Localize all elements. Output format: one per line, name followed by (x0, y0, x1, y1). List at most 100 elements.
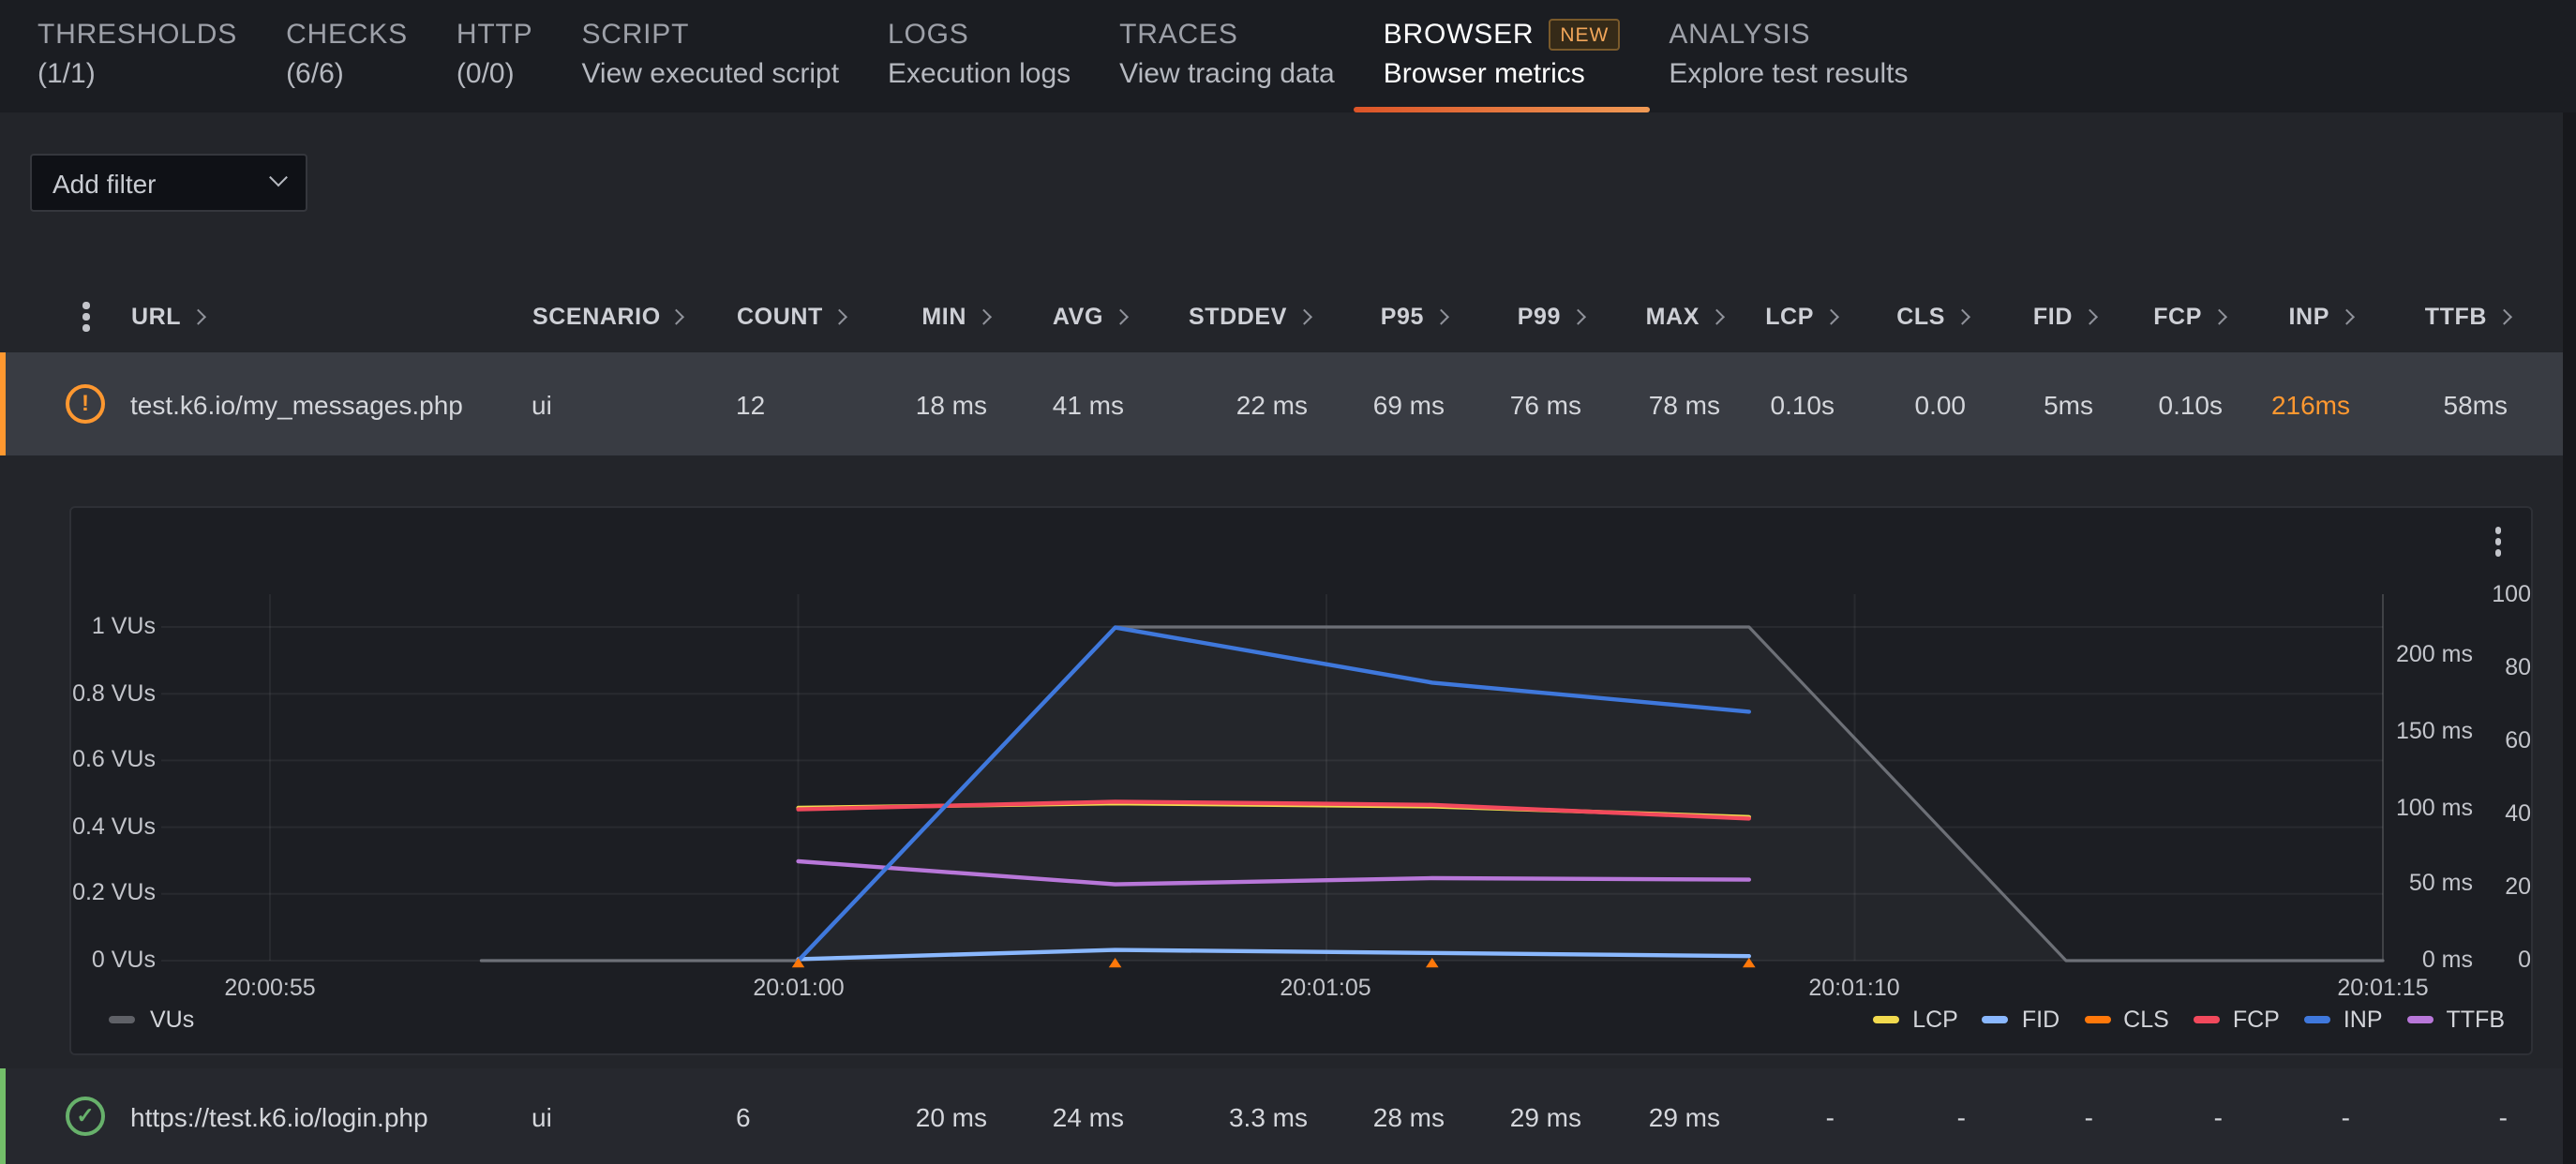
cell-lcp: 0.10s (1720, 389, 1835, 419)
cell-url: https://test.k6.io/login.php (130, 1101, 532, 1131)
tab-script[interactable]: SCRIPT View executed script (581, 0, 839, 112)
table-row-my-messages[interactable]: test.k6.io/my_messages.php ui 12 18 ms 4… (0, 352, 2576, 455)
tab-http[interactable]: HTTP (0/0) (457, 0, 533, 112)
column-header-inp[interactable]: INP (2224, 304, 2351, 330)
cell-count: 6 (736, 1101, 880, 1131)
cell-lcp: - (1720, 1101, 1835, 1131)
column-header-p99[interactable]: P99 (1445, 304, 1582, 330)
tab-subtitle: (0/0) (457, 56, 533, 94)
column-header-scenario[interactable]: SCENARIO (532, 304, 737, 330)
cell-cls: 0.00 (1835, 389, 1966, 419)
column-header-count[interactable]: COUNT (737, 304, 881, 330)
warning-icon (66, 384, 105, 424)
tab-title: TRACES (1119, 17, 1335, 52)
legend-item-fid[interactable]: FID (1983, 1007, 2059, 1033)
cell-scenario: ui (532, 389, 736, 419)
cell-max: 29 ms (1581, 1101, 1720, 1131)
top-nav: THRESHOLDS (1/1) CHECKS (6/6) HTTP (0/0)… (0, 0, 2576, 112)
x-axis-tick: 20:00:55 (176, 973, 364, 1005)
column-header-fid[interactable]: FID (1967, 304, 2094, 330)
legend-item-ttfb[interactable]: TTFB (2407, 1007, 2506, 1033)
y-axis-score-tick: 60 (2396, 724, 2531, 756)
cell-fcp: 0.10s (2093, 389, 2223, 419)
legend-item-inp[interactable]: INP (2304, 1007, 2383, 1033)
scrollbar-track[interactable] (2563, 112, 2576, 1164)
column-header-p95[interactable]: P95 (1309, 304, 1445, 330)
column-header-avg[interactable]: AVG (988, 304, 1125, 330)
cell-inp: - (2223, 1101, 2350, 1131)
tab-analysis[interactable]: ANALYSIS Explore test results (1669, 0, 1908, 112)
panel-menu-icon[interactable] (2494, 538, 2501, 545)
cell-count: 12 (736, 389, 880, 419)
fcp-swatch (2194, 1016, 2220, 1023)
cell-ttfb: - (2350, 1101, 2508, 1131)
cell-p95: 69 ms (1308, 389, 1445, 419)
tab-title: ANALYSIS (1669, 17, 1908, 52)
chart-panel: 1 VUs 0.8 VUs 0.6 VUs 0.4 VUs 0.2 VUs 0 … (69, 506, 2533, 1055)
cell-stddev: 22 ms (1124, 389, 1308, 419)
chevron-right-icon (670, 309, 685, 324)
cell-url: test.k6.io/my_messages.php (130, 389, 532, 419)
add-filter-label: Add filter (52, 168, 272, 198)
tab-title: HTTP (457, 17, 533, 52)
x-axis-tick: 20:01:10 (1760, 973, 1948, 1005)
add-filter-dropdown[interactable]: Add filter (30, 154, 307, 212)
tab-subtitle: Browser metrics (1384, 56, 1621, 94)
lcp-swatch (1873, 1016, 1899, 1023)
tab-title: CHECKS (286, 17, 408, 52)
legend-item-fcp[interactable]: FCP (2194, 1007, 2280, 1033)
tab-thresholds[interactable]: THRESHOLDS (1/1) (37, 0, 237, 112)
legend-item-lcp[interactable]: LCP (1873, 1007, 1958, 1033)
tab-title: LOGS (888, 17, 1071, 52)
tab-logs[interactable]: LOGS Execution logs (888, 0, 1071, 112)
chart-legend: LCP FID CLS FCP INP TTFB (1873, 1007, 2505, 1033)
column-header-lcp[interactable]: LCP (1721, 304, 1835, 330)
inp-swatch (2304, 1016, 2330, 1023)
y-axis-tick: 1 VUs (71, 611, 156, 643)
x-axis-tick: 20:01:15 (2289, 973, 2477, 1005)
chevron-right-icon (190, 309, 205, 324)
tab-checks[interactable]: CHECKS (6/6) (286, 0, 408, 112)
tab-title: THRESHOLDS (37, 17, 237, 52)
tab-subtitle: (1/1) (37, 56, 237, 94)
table-row-login[interactable]: https://test.k6.io/login.php ui 6 20 ms … (0, 1068, 2576, 1164)
k6-browser-metrics-page: THRESHOLDS (1/1) CHECKS (6/6) HTTP (0/0)… (0, 0, 2576, 1164)
cell-ttfb: 58ms (2350, 389, 2508, 419)
y-axis-score-tick: 0 (2396, 945, 2531, 977)
legend-item-vus[interactable]: VUs (109, 1007, 194, 1033)
column-header-fcp[interactable]: FCP (2094, 304, 2224, 330)
chevron-right-icon (2496, 309, 2511, 324)
column-header-max[interactable]: MAX (1582, 304, 1721, 330)
column-header-cls[interactable]: CLS (1835, 304, 1967, 330)
y-axis-score-tick: 100 (2396, 578, 2531, 610)
legend-item-cls[interactable]: CLS (2084, 1007, 2169, 1033)
cell-min: 18 ms (880, 389, 987, 419)
cell-fid: 5ms (1966, 389, 2093, 419)
column-header-min[interactable]: MIN (881, 304, 988, 330)
cell-avg: 41 ms (987, 389, 1124, 419)
x-axis-tick: 20:01:00 (705, 973, 892, 1005)
tab-subtitle: View executed script (581, 56, 839, 94)
ttfb-swatch (2407, 1016, 2434, 1023)
tab-subtitle: View tracing data (1119, 56, 1335, 94)
y-axis-tick: 0.8 VUs (71, 679, 156, 710)
y-axis-score-tick: 40 (2396, 798, 2531, 830)
column-header-url[interactable]: URL (131, 304, 532, 330)
y-axis-tick: 0 VUs (71, 945, 156, 977)
column-header-stddev[interactable]: STDDEV (1125, 304, 1309, 330)
column-header-ttfb[interactable]: TTFB (2351, 304, 2509, 330)
cell-max: 78 ms (1581, 389, 1720, 419)
table-header: URL SCENARIO COUNT MIN AVG STDDEV P95 P9… (0, 281, 2576, 352)
cell-fcp: - (2093, 1101, 2223, 1131)
cell-stddev: 3.3 ms (1124, 1101, 1308, 1131)
vus-swatch (109, 1016, 135, 1023)
cls-swatch (2084, 1016, 2110, 1023)
chevron-down-icon (269, 168, 288, 187)
x-axis-tick: 20:01:05 (1232, 973, 1419, 1005)
cell-cls: - (1835, 1101, 1966, 1131)
cell-inp: 216ms (2223, 389, 2350, 419)
y-axis-tick: 0.4 VUs (71, 812, 156, 843)
tab-traces[interactable]: TRACES View tracing data (1119, 0, 1335, 112)
tab-browser[interactable]: BROWSER NEW Browser metrics (1384, 0, 1621, 112)
kebab-icon[interactable] (83, 314, 90, 321)
